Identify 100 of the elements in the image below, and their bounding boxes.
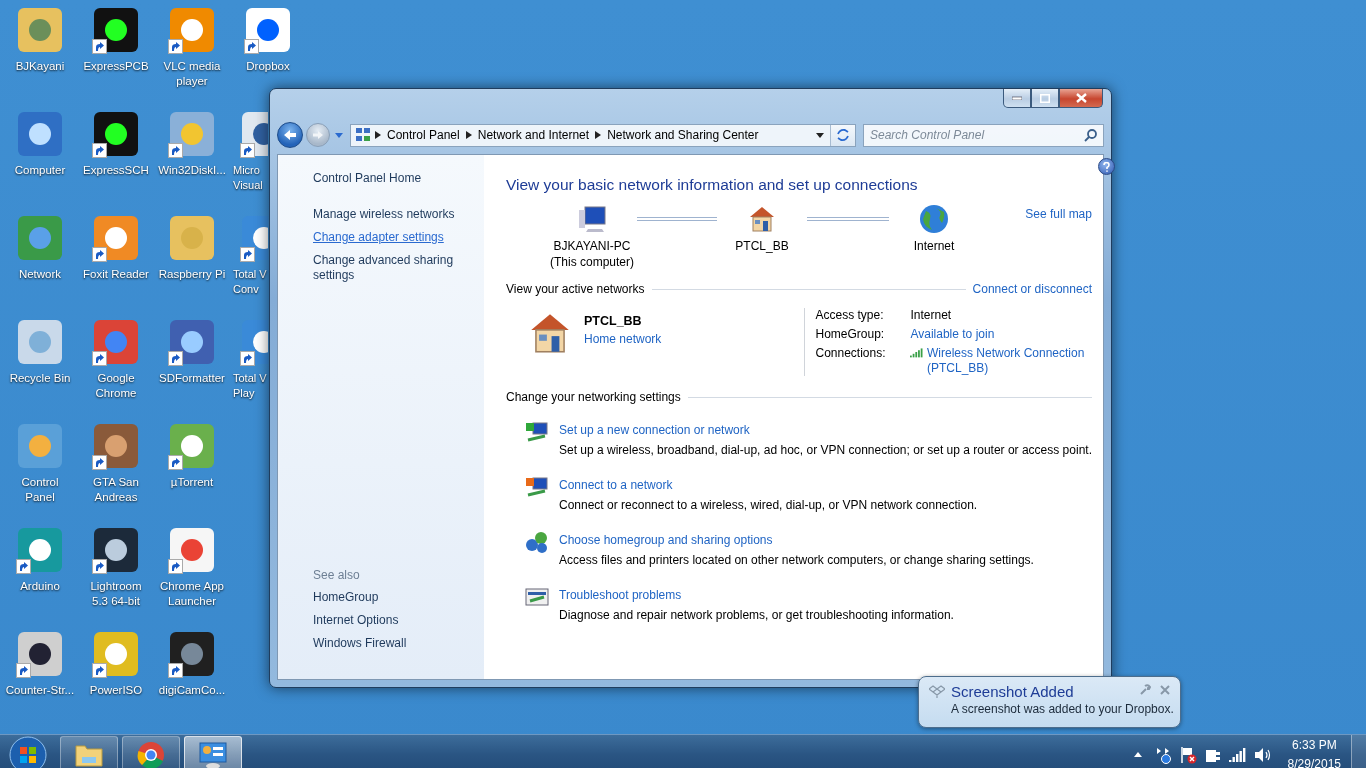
desktop-icon-label[interactable]: Google Chrome xyxy=(95,371,137,401)
desktop-icon-label[interactable]: Raspberry Pi xyxy=(158,267,226,282)
desktop-icon-label[interactable]: PowerISO xyxy=(89,683,143,698)
desktop-icon-label[interactable]: Computer xyxy=(14,163,66,178)
breadcrumb-item[interactable]: Network and Internet xyxy=(475,128,592,142)
setting-link[interactable]: Connect to a network xyxy=(559,475,978,495)
chevron-right-icon xyxy=(465,131,472,139)
section-title: Change your networking settings xyxy=(506,390,681,404)
app-icon xyxy=(168,318,216,366)
back-button[interactable] xyxy=(277,122,303,148)
app-icon xyxy=(92,526,140,574)
desktop-icon-label[interactable]: GTA San Andreas xyxy=(93,475,139,505)
desktop-icon-label[interactable]: BJKayani xyxy=(15,59,65,74)
desktop-icon-label[interactable]: Total V Conv xyxy=(230,267,267,297)
see-also-link[interactable]: Internet Options xyxy=(313,613,476,628)
desktop-icon-label[interactable]: Counter-Str... xyxy=(5,683,75,698)
globe-icon xyxy=(918,203,950,235)
see-full-map-link[interactable]: See full map xyxy=(1025,207,1092,221)
app-icon xyxy=(92,630,140,678)
app-icon xyxy=(92,422,140,470)
refresh-button[interactable] xyxy=(830,124,855,146)
app-icon xyxy=(168,526,216,574)
connection-link[interactable]: Wireless Network Connection (PTCL_BB) xyxy=(926,346,1092,376)
desktop-icon-label[interactable]: Lightroom 5.3 64-bit xyxy=(90,579,142,609)
see-also-link[interactable]: HomeGroup xyxy=(313,590,476,605)
map-node-label: Internet xyxy=(913,238,955,254)
signal-bars-icon xyxy=(910,346,923,358)
section-title: View your active networks xyxy=(506,282,645,296)
help-button[interactable] xyxy=(1097,158,1115,175)
app-icon xyxy=(244,6,292,54)
app-icon xyxy=(16,6,64,54)
troubleshoot-icon xyxy=(525,585,549,609)
network-connect-icon xyxy=(525,475,549,499)
desktop-icon-label[interactable]: ExpressPCB xyxy=(83,59,149,74)
desktop-icon-label[interactable]: digiCamCo... xyxy=(158,683,226,698)
task-link[interactable]: Manage wireless networks xyxy=(313,207,476,222)
taskbar-button[interactable] xyxy=(184,736,242,768)
search-field[interactable]: Search Control Panel xyxy=(870,128,1084,142)
app-icon xyxy=(168,630,216,678)
setting-link[interactable]: Troubleshoot problems xyxy=(559,585,954,605)
app-icon xyxy=(92,6,140,54)
app-icon xyxy=(168,6,216,54)
taskbar-button[interactable] xyxy=(122,736,180,768)
setting-description: Access files and printers located on other network computers, or change sharing settings. xyxy=(559,552,1034,569)
desktop-icon-label[interactable]: Chrome App Launcher xyxy=(160,579,224,609)
address-dropdown-button[interactable] xyxy=(814,132,826,138)
history-dropdown-button[interactable] xyxy=(333,132,345,138)
caret-down-icon xyxy=(816,132,824,138)
desktop-icon-label[interactable]: Micro Visual xyxy=(230,163,263,193)
connect-or-disconnect-link[interactable]: Connect or disconnect xyxy=(972,282,1092,296)
desktop-icon-label[interactable]: Network xyxy=(18,267,62,282)
question-mark-icon xyxy=(1102,161,1110,172)
setting-link[interactable]: Set up a new connection or network xyxy=(559,420,1092,440)
desktop-icon-label[interactable]: Dropbox xyxy=(246,59,290,74)
app-icon xyxy=(168,110,216,158)
minimize-icon xyxy=(1012,96,1022,100)
map-node-label: PTCL_BB xyxy=(735,238,789,254)
desktop-icon-label[interactable]: ExpressSCH xyxy=(83,163,149,178)
app-icon xyxy=(16,110,64,158)
app-icon xyxy=(92,110,140,158)
property-label: Connections: xyxy=(815,346,887,362)
address-bar[interactable]: Control Panel Network and Internet Network and Sharing Center xyxy=(350,123,856,147)
browser-icon xyxy=(137,740,165,768)
network-type-link[interactable]: Home network xyxy=(584,332,662,346)
see-also-title: See also xyxy=(313,568,361,582)
close-icon xyxy=(1160,685,1170,695)
wrench-icon xyxy=(1139,684,1151,696)
task-link[interactable]: Change adapter settings xyxy=(313,230,476,245)
desktop-icon-label[interactable]: Recycle Bin xyxy=(9,371,71,386)
desktop-icon-label[interactable]: Win32DiskI... xyxy=(158,163,226,178)
see-also-link[interactable]: Windows Firewall xyxy=(313,636,476,651)
maximize-icon xyxy=(1040,93,1050,103)
desktop-icon-label[interactable]: Control Panel xyxy=(21,475,59,505)
clock[interactable]: 6:33 PM 8/29/2015 xyxy=(1275,735,1351,768)
desktop-icon-label[interactable]: Arduino xyxy=(20,579,60,594)
search-box[interactable]: Search Control Panel xyxy=(863,123,1104,147)
show-desktop-button[interactable] xyxy=(1351,734,1366,768)
close-button[interactable] xyxy=(1059,89,1103,108)
triangle-up-icon xyxy=(1134,752,1143,757)
breadcrumb-item[interactable]: Control Panel xyxy=(385,128,462,142)
home-link[interactable]: Control Panel Home xyxy=(313,171,476,185)
setting-link[interactable]: Choose homegroup and sharing options xyxy=(559,530,1034,550)
task-link[interactable]: Change advanced sharing settings xyxy=(313,253,476,283)
app-icon xyxy=(16,318,64,366)
app-icon xyxy=(16,214,64,262)
taskbar-button[interactable] xyxy=(60,736,118,768)
breadcrumb-item[interactable]: Network and Sharing Center xyxy=(605,128,761,142)
property-link[interactable]: Available to join xyxy=(910,327,995,342)
desktop-icon-label[interactable]: Total V Play xyxy=(230,371,267,401)
desktop-icon-label[interactable]: Foxit Reader xyxy=(83,267,149,282)
desktop-icon-label[interactable]: SDFormatter xyxy=(159,371,225,386)
property-label: HomeGroup: xyxy=(815,327,886,342)
network-name: PTCL_BB xyxy=(584,314,643,328)
computer-icon xyxy=(576,203,608,235)
app-icon xyxy=(16,422,64,470)
desktop-icon-label[interactable]: VLC media player xyxy=(163,59,221,89)
minimize-button[interactable] xyxy=(1003,89,1031,108)
desktop-icon-label[interactable]: µTorrent xyxy=(170,475,214,490)
map-node-label: BJKAYANI-PC (This computer) xyxy=(550,238,634,270)
maximize-button[interactable] xyxy=(1031,89,1059,108)
